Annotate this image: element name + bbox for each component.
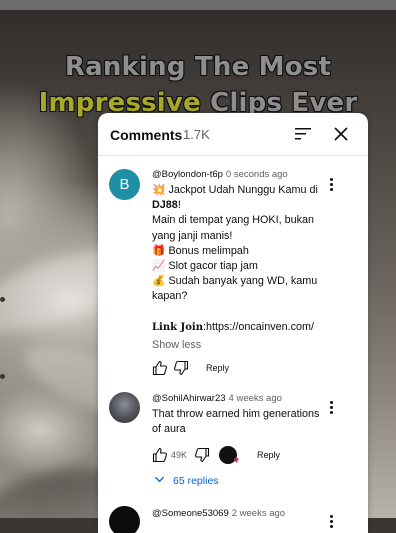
sort-icon[interactable] <box>294 125 312 143</box>
view-replies-button[interactable]: 65 replies <box>154 474 219 487</box>
link-label: Link Join <box>152 321 203 333</box>
comment-body: That throw earned him generations of aur… <box>152 407 322 437</box>
gift-icon: 🎁 <box>152 244 166 257</box>
top-bar <box>0 0 396 10</box>
comment-author[interactable]: @SohilAhirwar23 <box>152 393 226 404</box>
replies-count-label: 65 replies <box>173 475 219 487</box>
comment-line <box>152 305 322 320</box>
comment-meta: @SohilAhirwar23 4 weeks ago <box>152 393 282 404</box>
more-options-icon[interactable] <box>326 514 336 530</box>
like-count: 49K <box>171 450 188 460</box>
reply-button[interactable]: Reply <box>257 450 280 460</box>
comment-meta: @Someone53069 2 weeks ago <box>152 508 285 519</box>
creator-heart-avatar: ♥ <box>219 446 239 465</box>
comment-actions: 49K ♥ Reply <box>152 446 352 465</box>
comment-time: 0 seconds ago <box>225 169 288 180</box>
comment-actions: Reply <box>152 360 352 378</box>
chevron-down-icon <box>154 476 165 483</box>
comment-line: 💰 Sudah banyak yang WD, kamu <box>152 275 318 288</box>
like-icon[interactable] <box>152 447 168 463</box>
comments-title: Comments <box>110 127 183 143</box>
comment-line: DJ88! <box>152 199 181 212</box>
more-options-icon[interactable] <box>326 177 336 193</box>
dislike-icon[interactable] <box>194 447 210 463</box>
comment-line: kapan? <box>152 290 188 303</box>
comment-line: That throw earned him generations <box>152 408 320 420</box>
avatar[interactable]: B <box>109 169 140 200</box>
explosion-icon: 💥 <box>152 184 166 196</box>
comments-panel: Comments 1.7K B @Boylondon-t6p 0 seconds … <box>98 113 368 533</box>
comment-line: Main di tempat yang HOKI, bukan <box>152 214 315 227</box>
comments-count: 1.7K <box>183 127 210 142</box>
money-bag-icon: 💰 <box>152 275 166 288</box>
comment-line: 🎁 Bonus melimpah <box>152 244 249 257</box>
like-icon[interactable] <box>152 360 168 376</box>
show-less-button[interactable]: Show less <box>152 339 201 351</box>
avatar[interactable] <box>109 392 140 423</box>
video-title-line-1: Ranking The Most <box>64 52 332 82</box>
comment-meta: @Boylondon-t6p 0 seconds ago <box>152 169 288 180</box>
video-frame-detail <box>0 297 5 302</box>
comments-header: Comments 1.7K <box>98 113 368 156</box>
reply-button[interactable]: Reply <box>206 363 229 373</box>
comment-time: 2 weeks ago <box>231 508 286 519</box>
comment-line: Link Join:https://oncainven.com/ <box>152 320 322 335</box>
comment-line: 💥 Jackpot Udah Nunggu Kamu di <box>152 184 318 196</box>
comment-line: 📈 Slot gacor tiap jam <box>152 260 258 273</box>
comment-author[interactable]: @Boylondon-t6p <box>152 169 223 180</box>
heart-icon: ♥ <box>233 455 239 465</box>
close-icon[interactable] <box>332 125 350 143</box>
comment-link: :https://oncainven.com/ <box>202 320 315 333</box>
comment-time: 4 weeks ago <box>228 393 282 404</box>
comment-line: yang janji manis! <box>152 229 233 242</box>
dislike-icon[interactable] <box>173 360 189 376</box>
comment-line: of aura <box>152 423 186 436</box>
comment-body: 💥 Jackpot Udah Nunggu Kamu di DJ88! Main… <box>152 183 322 335</box>
video-frame-detail <box>0 374 5 379</box>
more-options-icon[interactable] <box>326 400 336 416</box>
avatar[interactable] <box>109 506 140 533</box>
chart-icon: 📈 <box>152 260 166 273</box>
comment-author[interactable]: @Someone53069 <box>152 508 229 519</box>
